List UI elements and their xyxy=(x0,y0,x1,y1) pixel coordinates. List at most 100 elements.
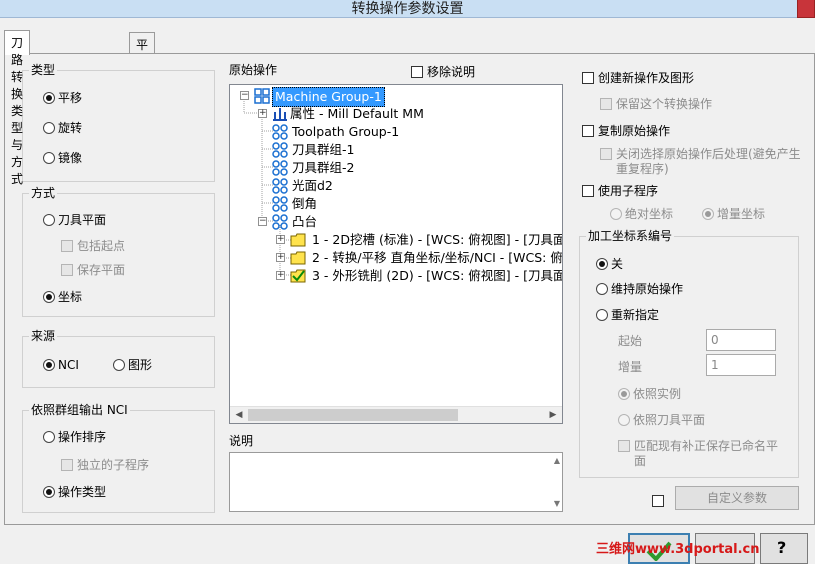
radio-indicator[interactable] xyxy=(618,388,630,400)
tab-translate[interactable]: 平移 xyxy=(129,32,156,69)
increment-input[interactable]: 1 xyxy=(706,354,776,376)
radio-label: 旋转 xyxy=(58,121,83,135)
radio-indicator[interactable] xyxy=(43,486,55,498)
toolpath-group-icon xyxy=(272,124,288,140)
radio-by-instance[interactable]: 依照实例 xyxy=(618,386,681,402)
radio-incremental[interactable]: 增量坐标 xyxy=(702,206,765,222)
radio-reassign[interactable]: 重新指定 xyxy=(596,307,659,323)
source-group-label: 来源 xyxy=(29,329,58,343)
radio-indicator[interactable] xyxy=(610,208,622,220)
help-button[interactable]: ? xyxy=(760,533,808,564)
description-box[interactable]: ▲ ▼ xyxy=(229,452,563,512)
radio-indicator[interactable] xyxy=(43,152,55,164)
scroll-thumb[interactable] xyxy=(248,409,458,421)
expand-toggle[interactable]: + xyxy=(276,253,285,262)
checkbox-create-new[interactable]: 创建新操作及图形 xyxy=(582,70,694,86)
tool-group-icon xyxy=(272,178,288,194)
radio-indicator[interactable] xyxy=(43,92,55,104)
scroll-left-icon[interactable]: ◀ xyxy=(232,408,246,422)
tree-node-tool-group-2[interactable]: 刀具群组-2 xyxy=(230,159,562,177)
radio-coordinates[interactable]: 坐标 xyxy=(43,289,82,305)
radio-indicator[interactable] xyxy=(113,359,125,371)
checkbox-indicator[interactable] xyxy=(61,459,73,471)
radio-by-tool-plane[interactable]: 依照刀具平面 xyxy=(618,412,705,428)
radio-indicator[interactable] xyxy=(596,258,608,270)
scroll-right-icon[interactable]: ▶ xyxy=(546,408,560,422)
tree-node-machine-group[interactable]: − Machine Group-1 xyxy=(230,87,562,107)
checkbox-use-subprogram[interactable]: 使用子程序 xyxy=(582,183,658,199)
radio-indicator[interactable] xyxy=(618,414,630,426)
tree-node-finish-d2[interactable]: 光面d2 xyxy=(230,177,562,195)
type-group-label: 类型 xyxy=(29,63,58,77)
radio-op-order[interactable]: 操作排序 xyxy=(43,429,106,445)
checkbox-save-plane[interactable]: 保存平面 xyxy=(61,262,125,278)
radio-indicator[interactable] xyxy=(702,208,714,220)
radio-off[interactable]: 关 xyxy=(596,256,623,272)
checkbox-indicator[interactable] xyxy=(582,125,594,137)
checkbox-label: 独立的子程序 xyxy=(77,458,150,472)
scroll-down-icon[interactable]: ▼ xyxy=(554,499,560,508)
checkbox-match-planes[interactable]: 匹配现有补正保存已命名平 xyxy=(618,438,778,454)
checkbox-indicator[interactable] xyxy=(582,185,594,197)
checkbox-indicator[interactable] xyxy=(652,495,664,507)
increment-label: 增量 xyxy=(618,360,643,374)
checkbox-remove-desc[interactable]: 移除说明 xyxy=(411,64,475,80)
tree-node-op-2[interactable]: + 2 - 转换/平移 直角坐标/坐标/NCI - [WCS: 俯视 xyxy=(230,249,563,267)
radio-label: 坐标 xyxy=(58,290,83,304)
checkbox-keep-this[interactable]: 保留这个转换操作 xyxy=(600,96,712,112)
checkbox-close-selected-line2: 重复程序) xyxy=(616,162,669,176)
radio-indicator[interactable] xyxy=(43,214,55,226)
radio-indicator[interactable] xyxy=(43,359,55,371)
checkbox-independent-sub[interactable]: 独立的子程序 xyxy=(61,457,149,473)
tab-conversion-type[interactable]: 刀路转换类型与方式 xyxy=(4,30,31,186)
tree-node-label: 2 - 转换/平移 直角坐标/坐标/NCI - [WCS: 俯视 xyxy=(312,250,563,265)
checkbox-indicator[interactable] xyxy=(411,66,423,78)
checkbox-indicator[interactable] xyxy=(600,148,612,160)
radio-indicator[interactable] xyxy=(596,283,608,295)
checkbox-indicator[interactable] xyxy=(582,72,594,84)
checkbox-copy-original[interactable]: 复制原始操作 xyxy=(582,123,670,139)
collapse-toggle[interactable]: − xyxy=(240,91,249,100)
tree-node-toolpath-group[interactable]: Toolpath Group-1 xyxy=(230,123,562,141)
watermark: 三维网www.3dportal.cn xyxy=(596,542,760,557)
expand-toggle[interactable]: + xyxy=(276,235,285,244)
expand-toggle[interactable]: + xyxy=(258,109,267,118)
checkbox-include-start[interactable]: 包括起点 xyxy=(61,238,125,254)
tree-node-op-3[interactable]: + 3 - 外形铣削 (2D) - [WCS: 俯视图] - [刀具面: 俯 xyxy=(230,267,562,285)
checkbox-indicator[interactable] xyxy=(618,440,630,452)
close-button[interactable] xyxy=(797,0,815,18)
radio-indicator[interactable] xyxy=(43,291,55,303)
description-label: 说明 xyxy=(229,434,254,448)
tree-node-properties[interactable]: + 属性 - Mill Default MM xyxy=(230,105,562,123)
radio-keep-original[interactable]: 维持原始操作 xyxy=(596,281,683,297)
custom-params-button[interactable]: 自定义参数 xyxy=(675,486,799,510)
tree-node-chamfer[interactable]: 倒角 xyxy=(230,195,562,213)
radio-indicator[interactable] xyxy=(43,122,55,134)
radio-translate[interactable]: 平移 xyxy=(43,90,82,106)
start-input[interactable]: 0 xyxy=(706,329,776,351)
expand-toggle[interactable]: + xyxy=(276,271,285,280)
checkbox-indicator[interactable] xyxy=(61,264,73,276)
tree-node-boss[interactable]: − 凸台 xyxy=(230,213,562,231)
radio-nci[interactable]: NCI xyxy=(43,357,79,373)
checkbox-indicator[interactable] xyxy=(600,98,612,110)
radio-indicator[interactable] xyxy=(596,309,608,321)
radio-tool-plane[interactable]: 刀具平面 xyxy=(43,212,106,228)
start-label: 起始 xyxy=(618,334,643,348)
title-bar: 转换操作参数设置 xyxy=(0,0,815,18)
tree-node-op-1[interactable]: + 1 - 2D挖槽 (标准) - [WCS: 俯视图] - [刀具面: 俯 xyxy=(230,231,562,249)
collapse-toggle[interactable]: − xyxy=(258,217,267,226)
tree-node-tool-group-1[interactable]: 刀具群组-1 xyxy=(230,141,562,159)
checkbox-indicator[interactable] xyxy=(61,240,73,252)
horizontal-scrollbar[interactable]: ◀ ▶ xyxy=(230,406,562,423)
radio-geometry[interactable]: 图形 xyxy=(113,357,152,373)
operations-tree[interactable]: − Machine Group-1 + 属性 - Mill Default MM… xyxy=(229,84,563,424)
radio-op-type[interactable]: 操作类型 xyxy=(43,484,106,500)
radio-mirror[interactable]: 镜像 xyxy=(43,150,82,166)
radio-indicator[interactable] xyxy=(43,431,55,443)
radio-rotate[interactable]: 旋转 xyxy=(43,120,82,136)
checkbox-close-selected[interactable]: 关闭选择原始操作后处理(避免产生 xyxy=(600,146,801,162)
scroll-up-icon[interactable]: ▲ xyxy=(554,456,560,465)
checkbox-custom-params[interactable] xyxy=(652,493,668,509)
radio-absolute[interactable]: 绝对坐标 xyxy=(610,206,673,222)
